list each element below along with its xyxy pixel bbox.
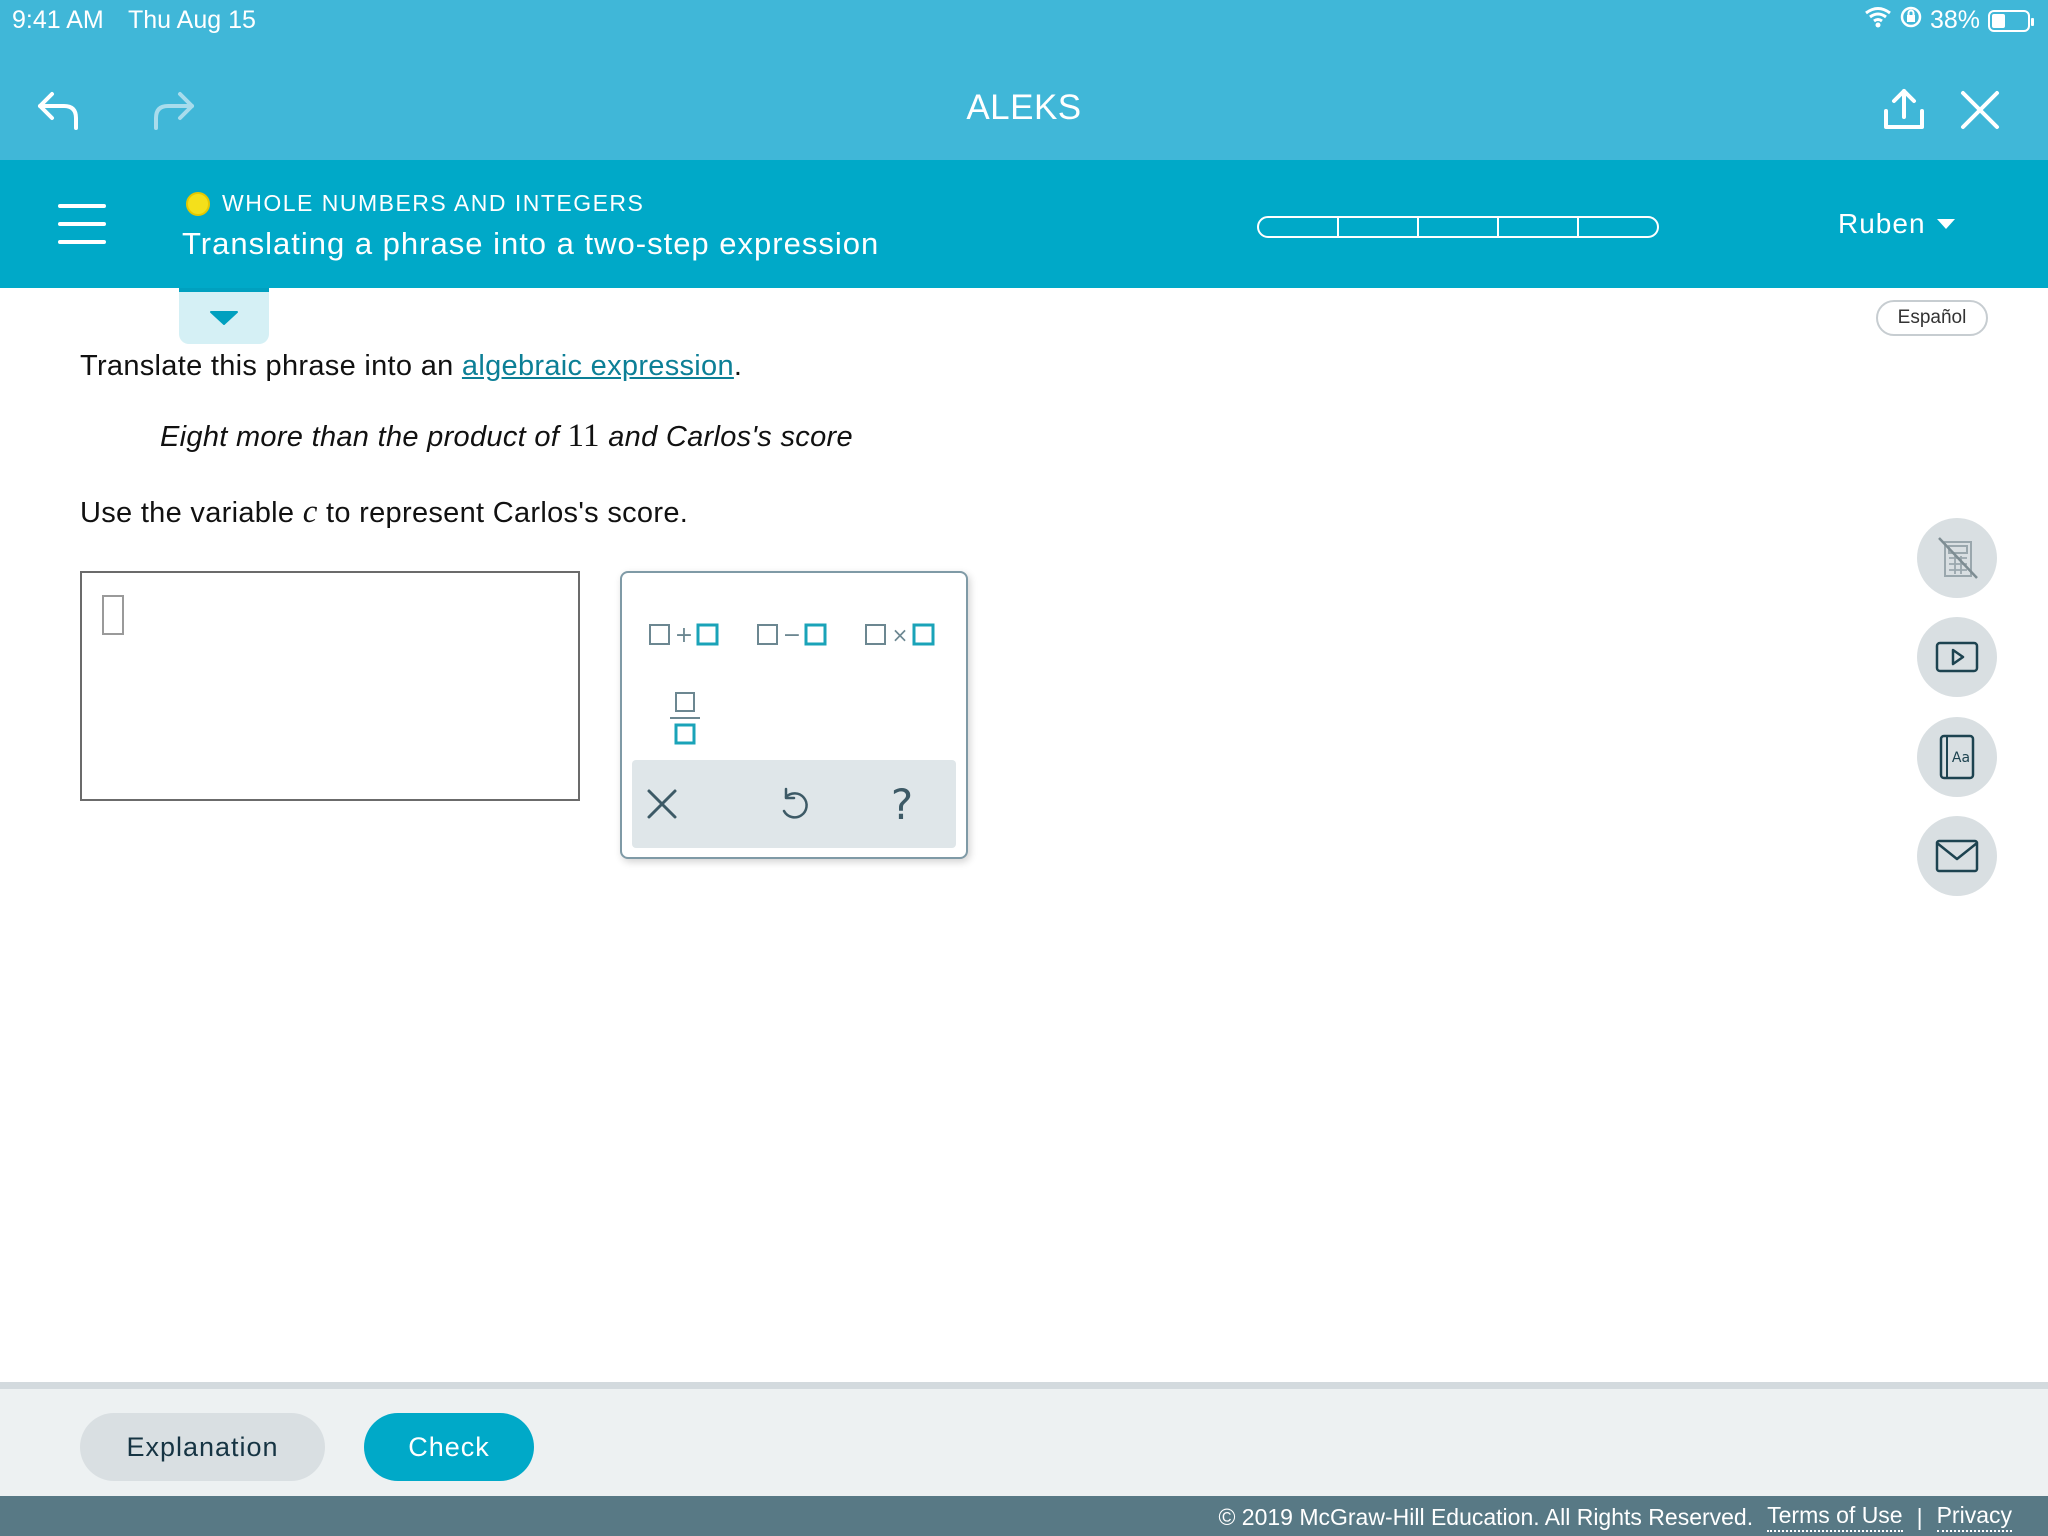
clear-key[interactable] xyxy=(632,776,692,832)
addition-template-icon: + xyxy=(649,623,719,648)
topic-title: Translating a phrase into a two-step exp… xyxy=(182,226,880,261)
calculator-tool-button[interactable] xyxy=(1917,518,1997,598)
instruction-variable: c xyxy=(302,494,318,530)
close-icon xyxy=(1961,91,1999,129)
undo-key[interactable] xyxy=(764,776,824,832)
question-instruction: Use the variable c to represent Carlos's… xyxy=(80,494,688,531)
share-button[interactable] xyxy=(1874,80,1934,140)
svg-text:Aa: Aa xyxy=(1952,750,1970,766)
wifi-icon xyxy=(1864,6,1892,35)
mail-icon xyxy=(1935,839,1979,873)
answer-input[interactable] xyxy=(80,571,580,801)
battery-icon xyxy=(1988,9,2034,32)
user-menu[interactable]: Ruben xyxy=(1838,208,1956,240)
footer-content: © 2019 McGraw-Hill Education. All Rights… xyxy=(1218,1502,2012,1532)
topic-status-dot xyxy=(186,192,210,216)
chevron-down-icon xyxy=(1936,219,1955,229)
phrase-number: 11 xyxy=(567,418,600,454)
progress-segment xyxy=(1339,218,1419,236)
topic-details-toggle[interactable] xyxy=(179,288,269,344)
copyright-text: © 2019 McGraw-Hill Education. All Rights… xyxy=(1218,1503,1754,1530)
aleks-app: 9:41 AM Thu Aug 15 38% ALEKS WHOLE NUMBE… xyxy=(0,0,2048,1536)
topic-category: WHOLE NUMBERS AND INTEGERS xyxy=(222,190,645,216)
mail-tool-button[interactable] xyxy=(1917,816,1997,896)
phrase-text-end: and Carlos's score xyxy=(599,421,853,453)
progress-segment xyxy=(1499,218,1579,236)
multiplication-symbol: × xyxy=(892,623,909,647)
multiplication-key[interactable]: × xyxy=(862,613,938,657)
multiplication-template-icon: × xyxy=(865,623,935,647)
status-indicators: 38% xyxy=(1864,6,2034,35)
explanation-button[interactable]: Explanation xyxy=(80,1413,325,1481)
addition-symbol: + xyxy=(675,623,693,648)
prompt-period: . xyxy=(733,350,743,382)
terms-of-use-link[interactable]: Terms of Use xyxy=(1767,1502,1903,1532)
dictionary-tool-button[interactable]: Aa xyxy=(1917,717,1997,797)
battery-level xyxy=(1992,13,2005,28)
progress-segment xyxy=(1579,218,1657,236)
dictionary-icon: Aa xyxy=(1939,734,1975,780)
progress-bar xyxy=(1257,216,1659,238)
math-keypad: + − × ? xyxy=(620,571,968,859)
input-placeholder-box xyxy=(102,595,124,635)
menu-icon[interactable] xyxy=(58,204,106,244)
subtraction-symbol: − xyxy=(783,623,801,648)
orientation-lock-icon xyxy=(1900,6,1922,35)
share-icon xyxy=(1884,89,1924,129)
addition-key[interactable]: + xyxy=(646,613,722,657)
video-tool-button[interactable] xyxy=(1917,617,1997,697)
language-toggle-button[interactable]: Español xyxy=(1876,300,1988,336)
prompt-text: Translate this phrase into an xyxy=(80,350,462,382)
undo-icon xyxy=(782,787,808,819)
algebraic-expression-link[interactable]: algebraic expression xyxy=(462,350,734,382)
phrase-text-start: Eight more than the product of xyxy=(160,421,568,453)
calculator-disabled-icon xyxy=(1938,537,1978,579)
close-button[interactable] xyxy=(1950,80,2010,140)
subtraction-template-icon: − xyxy=(757,623,827,648)
status-time: 9:41 AM xyxy=(12,6,104,34)
progress-segment xyxy=(1419,218,1499,236)
fraction-template-icon xyxy=(670,692,700,745)
topic-header: WHOLE NUMBERS AND INTEGERS Translating a… xyxy=(0,160,2048,288)
question-phrase: Eight more than the product of 11 and Ca… xyxy=(160,418,853,455)
video-icon xyxy=(1935,641,1979,673)
app-title: ALEKS xyxy=(966,88,1082,127)
user-name: Ruben xyxy=(1838,208,1926,239)
keypad-actions: ? xyxy=(632,760,956,848)
battery-percent: 38% xyxy=(1929,6,1980,34)
fraction-key[interactable] xyxy=(662,685,708,749)
footer: © 2019 McGraw-Hill Education. All Rights… xyxy=(0,1496,2048,1536)
top-bar: 9:41 AM Thu Aug 15 38% ALEKS xyxy=(0,0,2048,160)
progress-segment xyxy=(1259,218,1339,236)
question-prompt: Translate this phrase into an algebraic … xyxy=(80,350,742,383)
instruction-text-start: Use the variable xyxy=(80,497,303,529)
subtraction-key[interactable]: − xyxy=(754,613,830,657)
footer-separator: | xyxy=(1916,1503,1923,1530)
clear-x-icon xyxy=(647,789,677,819)
help-key[interactable]: ? xyxy=(872,776,932,832)
instruction-text-end: to represent Carlos's score. xyxy=(317,497,689,529)
status-date: Thu Aug 15 xyxy=(128,6,256,34)
privacy-link[interactable]: Privacy xyxy=(1936,1502,2012,1532)
check-button[interactable]: Check xyxy=(364,1413,534,1481)
caret-down-icon xyxy=(210,311,238,325)
